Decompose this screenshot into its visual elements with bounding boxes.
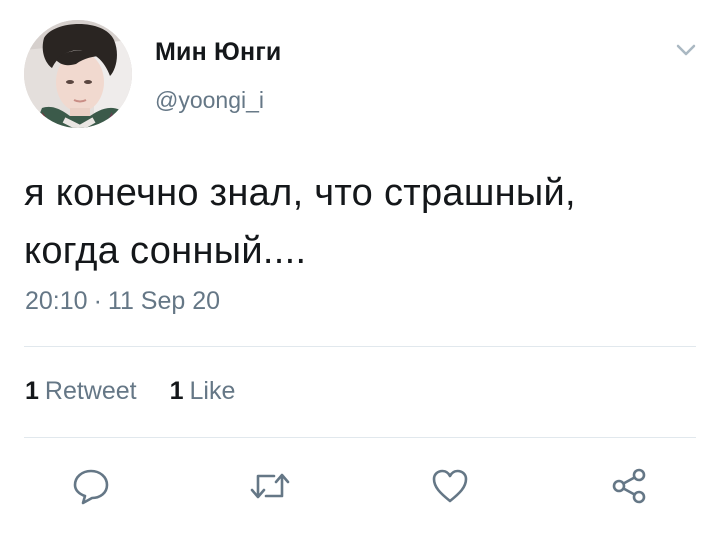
tweet-date: 11 Sep 20 — [107, 287, 221, 315]
avatar[interactable] — [24, 20, 132, 128]
engagement-stats: 1 Retweet 1 Like — [25, 377, 235, 406]
tweet-text-line: я конечно знал, что страшный, — [24, 172, 576, 214]
heart-icon — [430, 466, 470, 506]
reply-button[interactable] — [67, 462, 115, 510]
divider — [24, 346, 696, 347]
retweet-count: 1 — [25, 377, 39, 405]
tweet-text-line: когда сонный.... — [24, 230, 307, 272]
like-label: Like — [189, 377, 236, 405]
timestamp[interactable]: 20:10 · 11 Sep 20 — [25, 287, 220, 316]
tweet-text: я конечно знал, что страшный, когда сонн… — [24, 164, 704, 280]
timestamp-separator: · — [93, 287, 102, 315]
user-handle[interactable]: @yoongi_i — [155, 87, 264, 114]
like-count: 1 — [169, 377, 184, 405]
display-name[interactable]: Мин Юнги — [155, 38, 282, 67]
like-stat[interactable]: 1 Like — [170, 377, 236, 406]
tweet-time: 20:10 — [25, 287, 88, 315]
avatar-image — [24, 20, 132, 128]
retweet-button[interactable] — [246, 462, 294, 510]
share-button[interactable] — [605, 462, 653, 510]
retweet-icon — [248, 466, 292, 506]
chevron-down-icon[interactable] — [672, 40, 700, 60]
retweet-stat[interactable]: 1 Retweet — [25, 377, 137, 406]
retweet-label: Retweet — [44, 377, 137, 405]
reply-icon — [71, 466, 111, 506]
share-icon — [609, 466, 649, 506]
like-button[interactable] — [426, 462, 474, 510]
divider — [24, 437, 696, 438]
tweet-card: Мин Юнги @yoongi_i я конечно знал, что с… — [0, 0, 720, 536]
